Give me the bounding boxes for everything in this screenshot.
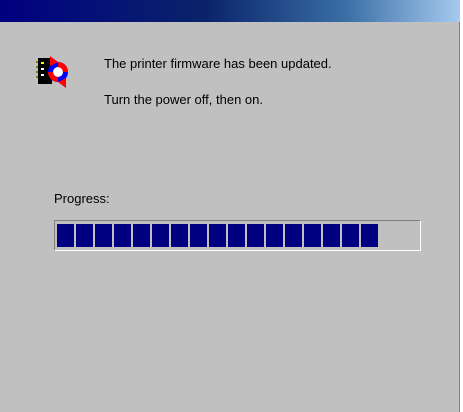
title-bar[interactable] [0,0,460,22]
progress-block [152,224,169,247]
message-power-cycle: Turn the power off, then on. [104,92,263,107]
progress-block [114,224,131,247]
progress-block [304,224,321,247]
progress-block [228,224,245,247]
progress-block [361,224,378,247]
progress-block [171,224,188,247]
progress-block [133,224,150,247]
progress-block [209,224,226,247]
firmware-update-dialog: The printer firmware has been updated. T… [0,0,460,412]
progress-block [323,224,340,247]
progress-block [285,224,302,247]
firmware-update-icon [36,52,70,90]
progress-label: Progress: [54,191,110,206]
progress-block [57,224,74,247]
progress-block [342,224,359,247]
progress-fill [57,224,418,247]
progress-bar [54,220,421,251]
progress-block [190,224,207,247]
progress-block [76,224,93,247]
message-firmware-updated: The printer firmware has been updated. [104,56,332,71]
progress-block [266,224,283,247]
progress-block [247,224,264,247]
progress-block [95,224,112,247]
